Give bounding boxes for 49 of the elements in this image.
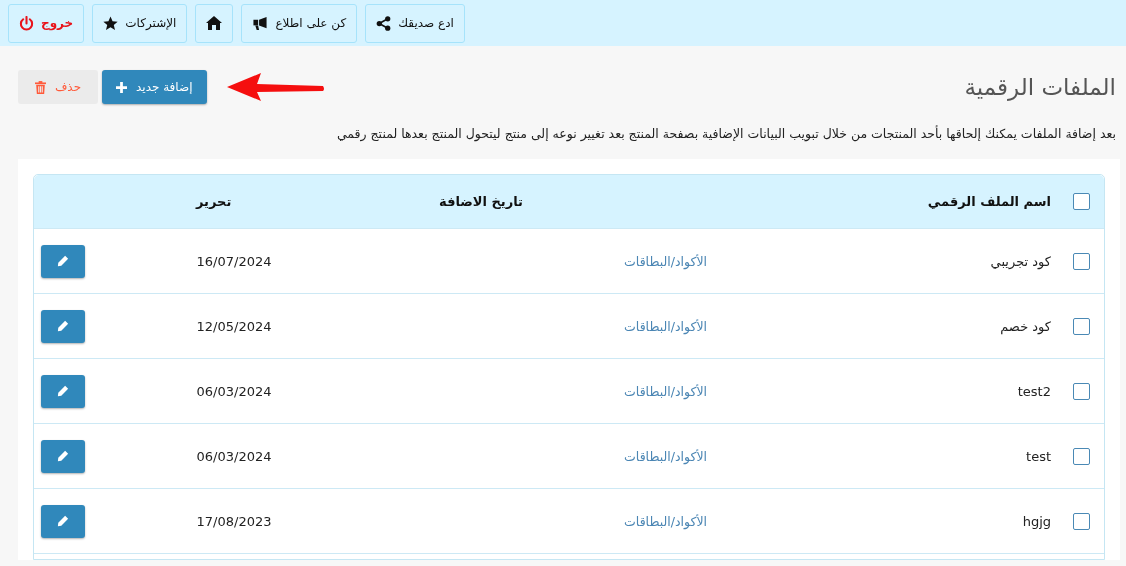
plus-icon <box>116 81 127 93</box>
column-header: اسم الملف الرقمي <box>927 194 1051 209</box>
page-title: الملفات الرقمية <box>964 74 1116 100</box>
date-text: 06/03/2024 <box>196 448 272 464</box>
column-header: تاريخ الاضافة <box>439 194 523 209</box>
category-text: الأكواد/البطاقات <box>624 253 707 269</box>
news-button[interactable]: كن على اطلاع <box>241 3 358 43</box>
pencil-icon <box>57 320 69 332</box>
pencil-icon <box>57 255 69 267</box>
checkbox[interactable] <box>1073 317 1090 335</box>
star-icon <box>103 15 119 31</box>
category-text: الأكواد/البطاقات <box>624 448 707 464</box>
description-text: بعد إضافة الملفات يمكنك إلحاقها بأحد المنتجات من خلال تبويب البيانات الإضافية بصفحة المنتج بعد تغيير نوعه إلى منتج ليتحول المنتج بعدها لمنتج رقمي <box>335 126 1116 141</box>
category-text: الأكواد/البطاقات <box>624 383 707 399</box>
checkbox[interactable] <box>1073 382 1090 400</box>
date-text: 06/03/2024 <box>196 383 272 399</box>
file-name: test <box>1026 448 1051 464</box>
invite-friend-button[interactable]: ادع صديقك <box>365 3 465 43</box>
date-text: 16/07/2024 <box>196 253 272 269</box>
share-icon <box>376 15 392 31</box>
pencil-icon <box>57 450 69 462</box>
file-name: hgjg <box>1022 513 1051 529</box>
logout-button[interactable]: خروج <box>8 3 85 43</box>
file-name: test2 <box>1017 383 1051 399</box>
edit-button[interactable] <box>41 504 85 538</box>
add-new-button[interactable]: إضافة جديد <box>102 70 207 104</box>
checkbox[interactable] <box>1073 512 1090 530</box>
pencil-icon <box>57 515 69 527</box>
edit-button[interactable] <box>41 439 85 473</box>
date-text: 17/08/2023 <box>196 513 272 529</box>
power-icon <box>19 15 34 31</box>
file-name: كود تجريبي <box>990 253 1051 269</box>
pencil-icon <box>57 385 69 397</box>
checkbox[interactable] <box>1073 447 1090 465</box>
home-button[interactable] <box>195 3 234 43</box>
edit-button[interactable] <box>41 374 85 408</box>
category-text: الأكواد/البطاقات <box>624 318 707 334</box>
column-header: تحرير <box>196 194 232 209</box>
subscriptions-button[interactable]: الإشتركات <box>92 3 188 43</box>
home-icon <box>206 16 223 30</box>
edit-button[interactable] <box>41 309 85 343</box>
checkbox[interactable] <box>1073 193 1090 210</box>
edit-button[interactable] <box>41 244 85 278</box>
file-name: كود خصم <box>1000 318 1051 334</box>
category-text: الأكواد/البطاقات <box>624 513 707 529</box>
trash-icon <box>34 80 46 94</box>
date-text: 12/05/2024 <box>196 318 272 334</box>
megaphone-icon <box>252 15 269 31</box>
checkbox[interactable] <box>1073 252 1090 270</box>
